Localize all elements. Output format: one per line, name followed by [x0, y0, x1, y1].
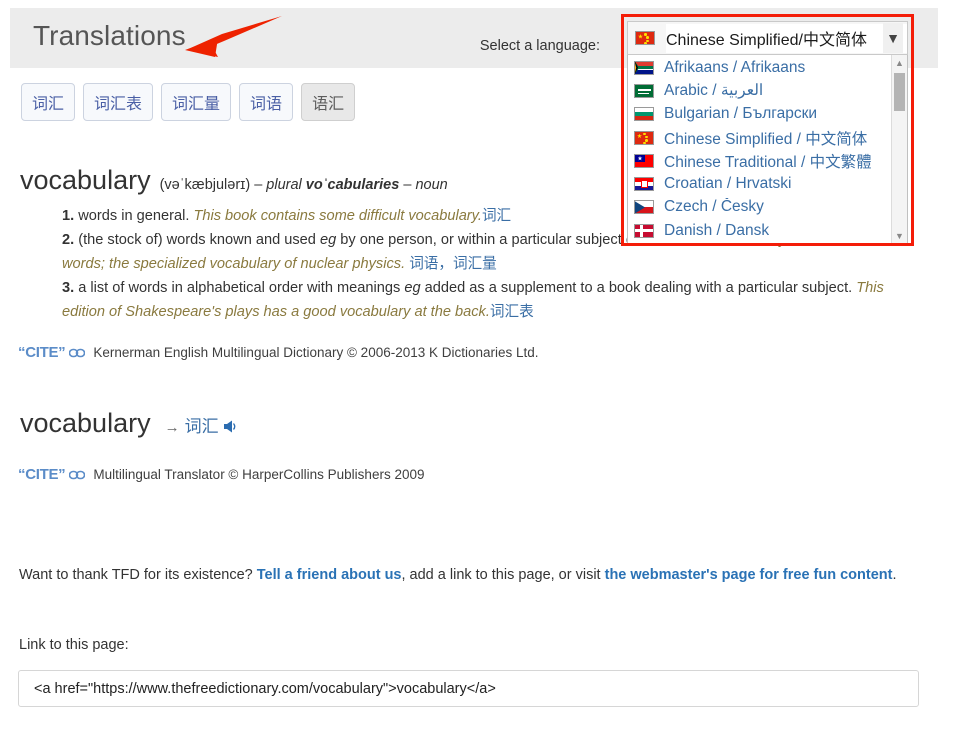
tell-a-friend-link[interactable]: Tell a friend about us — [257, 567, 402, 583]
language-options-list[interactable]: Afrikaans / Afrikaans Arabic / العربية B… — [627, 55, 908, 245]
ipa-pronunciation: (vəˈkæbjulərɪ) — [159, 177, 251, 193]
czech-flag-icon — [634, 200, 654, 215]
language-option-label: Czech / Česky — [664, 198, 764, 216]
chevron-down-icon[interactable]: ▼ — [883, 23, 903, 53]
headword: vocabulary — [20, 165, 151, 195]
cite-badge[interactable]: “CITE” — [18, 466, 66, 483]
language-option-label: Bulgarian / Български — [664, 105, 818, 123]
cite-text: Kernerman English Multilingual Dictionar… — [93, 345, 539, 360]
headword: vocabulary — [20, 408, 151, 438]
china-flag-icon — [635, 31, 655, 45]
link-icon[interactable] — [69, 348, 86, 358]
scrollbar-thumb[interactable] — [894, 73, 905, 111]
sense-text-b: added as a supplement to a book dealing … — [424, 280, 853, 296]
page-title: Translations — [33, 20, 186, 51]
sense-italic-a: eg — [404, 280, 421, 296]
cite-badge[interactable]: “CITE” — [18, 344, 66, 361]
language-option-bulgarian[interactable]: Bulgarian / Български — [628, 103, 891, 126]
chip-label: 词汇量 — [172, 96, 221, 113]
denmark-flag-icon — [634, 223, 654, 238]
language-option-danish[interactable]: Danish / Dansk — [628, 219, 891, 242]
part-of-speech: noun — [415, 177, 448, 193]
cite-line-kernerman: “CITE” Kernerman English Multilingual Di… — [18, 344, 539, 361]
plural-form: voˈcabularies — [305, 177, 400, 193]
sense-translation[interactable]: 词汇 — [482, 208, 511, 224]
language-option-label: Danish / Dansk — [664, 221, 770, 239]
language-list-scrollbar[interactable]: ▲ ▼ — [891, 55, 907, 244]
sense-translation[interactable]: 词语，词汇量 — [409, 256, 497, 272]
taiwan-flag-icon — [634, 153, 654, 168]
cite-line-harpercollins: “CITE” Multilingual Translator © HarperC… — [18, 466, 424, 483]
scroll-up-icon[interactable]: ▲ — [892, 55, 907, 71]
chip-word-2[interactable]: 词汇量 — [161, 83, 232, 121]
language-option-label: Afrikaans / Afrikaans — [664, 58, 806, 76]
sense-number: 3. — [62, 280, 75, 296]
sense-item-3: 3. a list of words in alphabetical order… — [62, 276, 920, 324]
thank-middle: , add a link to this page, or visit — [401, 567, 601, 583]
thank-prefix: Want to thank TFD for its existence? — [19, 567, 253, 583]
saudi-arabia-flag-icon — [634, 83, 654, 98]
chip-word-0[interactable]: 词汇 — [21, 83, 76, 121]
language-option-label: Croatian / Hrvatski — [664, 175, 792, 193]
headword-meta: (vəˈkæbjulərɪ) – plural voˈcabularies – … — [160, 177, 448, 193]
plural-label: plural — [266, 177, 302, 193]
language-option-croatian[interactable]: Croatian / Hrvatski — [628, 172, 891, 195]
link-to-this-page-input[interactable]: <a href="https://www.thefreedictionary.c… — [18, 670, 919, 707]
translation-word-chips: 词汇 词汇表 词汇量 词语 语汇 — [21, 83, 356, 121]
language-option-label: Chinese Traditional / 中文繁體 — [664, 153, 872, 171]
language-option-chinese-traditional[interactable]: Chinese Traditional / 中文繁體 — [628, 149, 891, 172]
south-africa-flag-icon — [634, 60, 654, 75]
bulgaria-flag-icon — [634, 107, 654, 122]
language-select-closed[interactable]: Chinese Simplified/中文简体 ▼ — [627, 21, 908, 55]
language-option-label: Arabic / العربية — [664, 82, 764, 100]
chip-label: 词语 — [250, 96, 283, 113]
sense-italic-a: eg — [319, 232, 337, 248]
cite-text: Multilingual Translator © HarperCollins … — [93, 467, 425, 482]
language-option-arabic[interactable]: Arabic / العربية — [628, 79, 891, 102]
scroll-down-icon[interactable]: ▼ — [892, 228, 907, 244]
language-option-afrikaans[interactable]: Afrikaans / Afrikaans — [628, 56, 891, 79]
dictionary-entry-harpercollins: vocabulary → 词汇 — [20, 408, 238, 439]
arrow-right-icon: → — [164, 419, 180, 436]
chip-label: 语汇 — [312, 96, 345, 113]
sense-number: 2. — [62, 232, 75, 248]
language-option-chinese-simplified[interactable]: Chinese Simplified / 中文简体 — [628, 126, 891, 149]
thank-tfd-paragraph: Want to thank TFD for its existence? Tel… — [19, 562, 909, 589]
link-to-this-page-label: Link to this page: — [19, 637, 129, 653]
china-flag-icon — [634, 130, 654, 145]
link-html-value: <a href="https://www.thefreedictionary.c… — [34, 680, 496, 697]
sense-text-a: (the stock of) words known and used — [78, 232, 316, 248]
chip-word-1[interactable]: 词汇表 — [83, 83, 154, 121]
language-option-label: Chinese Simplified / 中文简体 — [664, 130, 868, 148]
sense-number: 1. — [62, 208, 75, 224]
language-select-widget[interactable]: Chinese Simplified/中文简体 ▼ Afrikaans / Af… — [627, 21, 908, 245]
translation-text[interactable]: 词汇 — [185, 412, 219, 437]
chip-word-4[interactable]: 语汇 — [301, 83, 356, 121]
dash: – — [254, 177, 263, 193]
dash: – — [403, 177, 412, 193]
link-icon[interactable] — [69, 470, 86, 480]
language-option-czech[interactable]: Czech / Česky — [628, 196, 891, 219]
webmaster-page-link[interactable]: the webmaster's page for free fun conten… — [605, 567, 893, 583]
thank-suffix: . — [892, 567, 897, 583]
sense-text-a: a list of words in alphabetical order wi… — [78, 280, 401, 296]
sense-example: This book contains some difficult vocabu… — [193, 208, 482, 224]
sense-text: words in general. — [78, 208, 190, 224]
language-select-value: Chinese Simplified/中文简体 — [666, 23, 907, 53]
speaker-icon[interactable] — [222, 419, 238, 434]
language-options-items: Afrikaans / Afrikaans Arabic / العربية B… — [628, 55, 891, 244]
croatia-flag-icon — [634, 177, 654, 192]
chip-label: 词汇表 — [94, 96, 143, 113]
chip-label: 词汇 — [32, 96, 65, 113]
chip-word-3[interactable]: 词语 — [239, 83, 294, 121]
select-language-label: Select a language: — [479, 38, 600, 54]
sense-translation[interactable]: 词汇表 — [490, 304, 534, 320]
